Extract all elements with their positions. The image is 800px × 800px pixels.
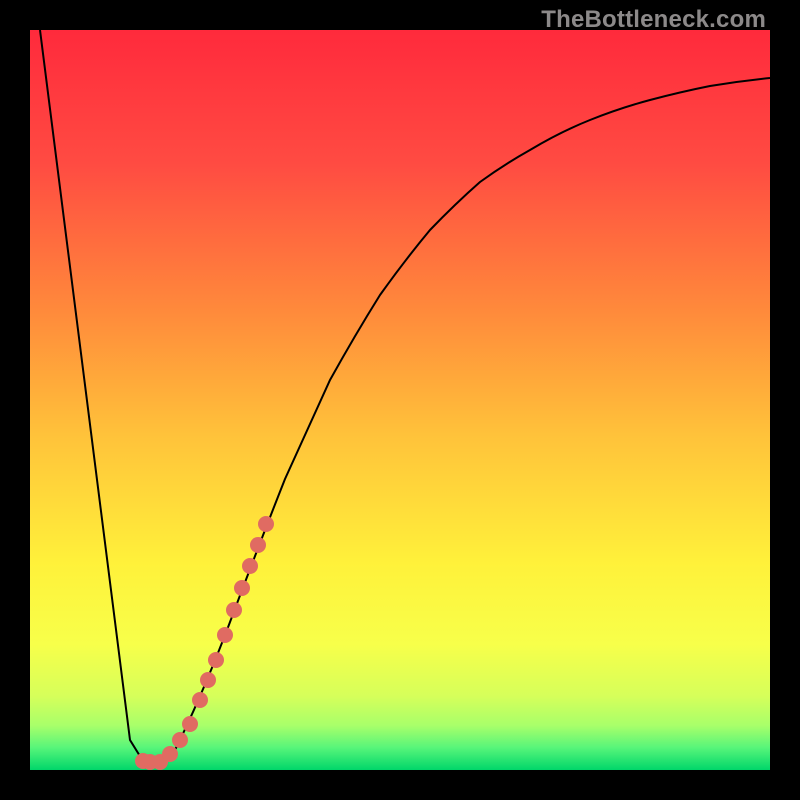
- bottleneck-curve: [40, 30, 770, 766]
- highlight-dots: [135, 516, 274, 770]
- plot-area: [30, 30, 770, 770]
- plot-overlay: [30, 30, 770, 770]
